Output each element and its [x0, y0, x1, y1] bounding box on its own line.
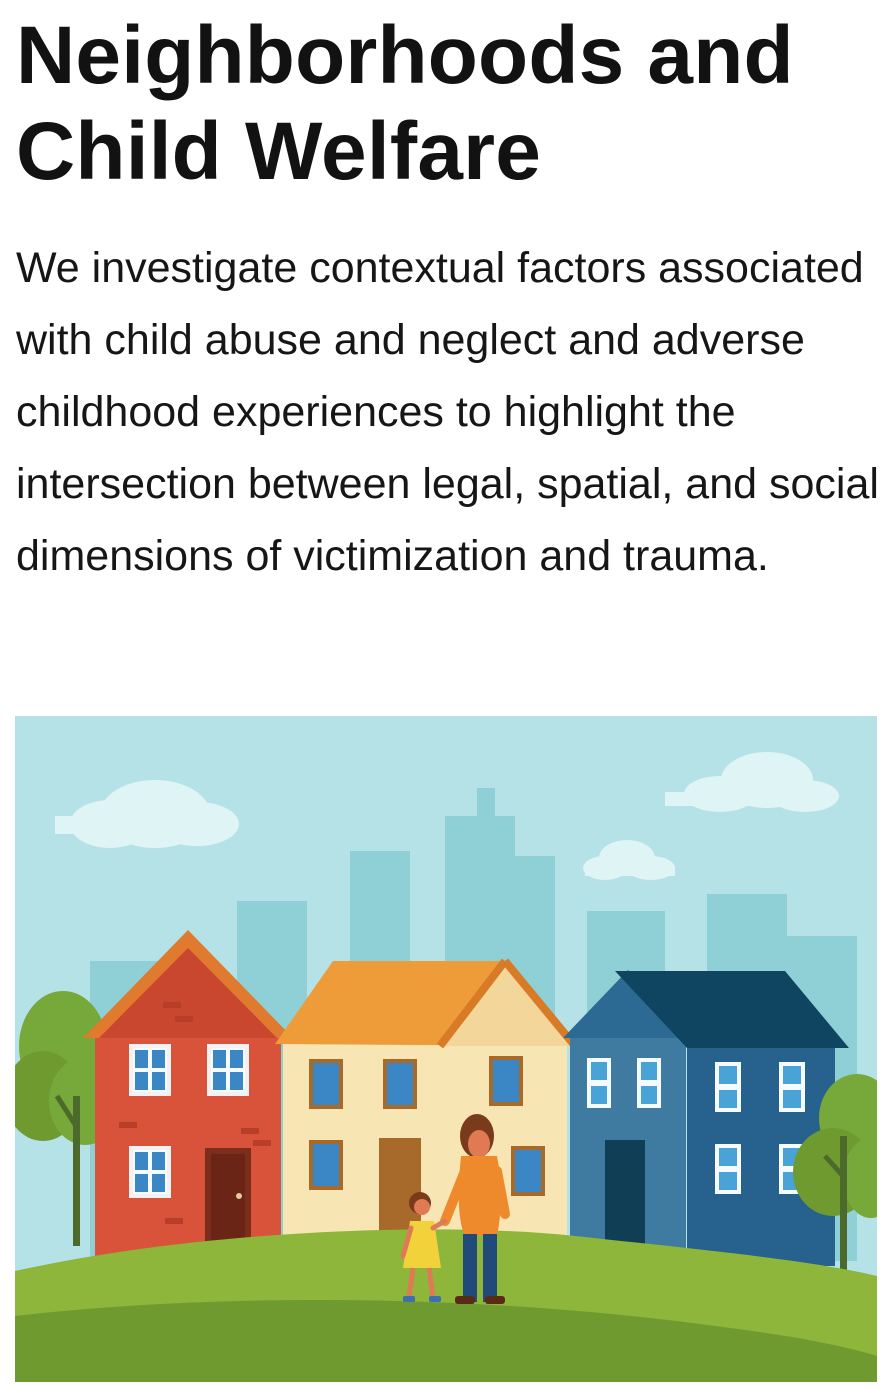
cream-house — [275, 958, 579, 1266]
blue-house — [563, 970, 849, 1266]
page-title: Neighborhoods and Child Welfare — [16, 10, 794, 197]
neighborhood-illustration — [15, 716, 877, 1382]
intro-paragraph: We investigate contextual factors associ… — [16, 244, 879, 580]
